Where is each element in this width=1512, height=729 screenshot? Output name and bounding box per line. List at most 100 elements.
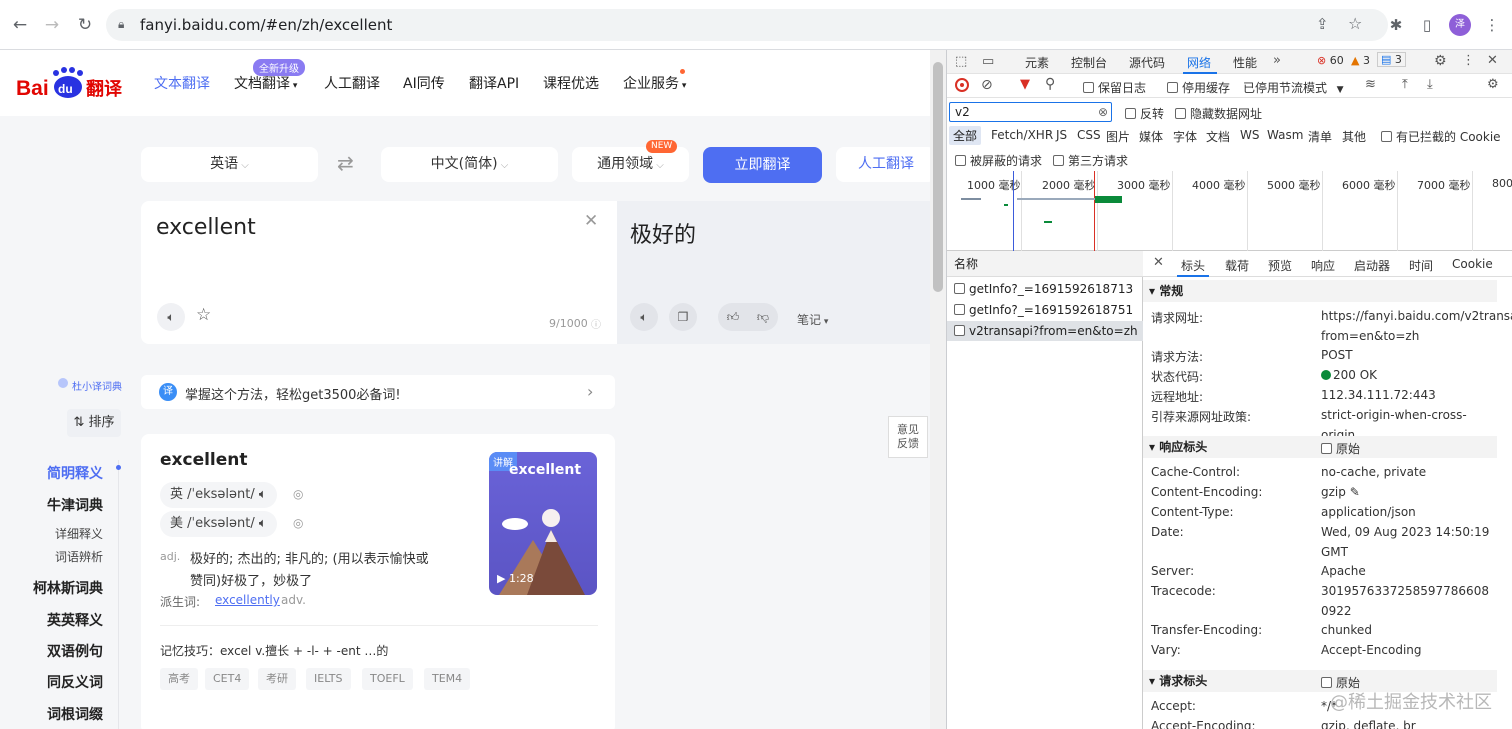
request-row[interactable]: getInfo?_=1691592618713 [947,279,1143,299]
tab-console[interactable]: 控制台 [1071,54,1107,71]
response-headers-section-header[interactable]: ▾ 响应标头 [1143,436,1497,458]
warning-count[interactable]: ▲ 3 [1351,54,1370,67]
profile-avatar[interactable]: 泽 [1449,14,1471,36]
nav-ai-interpret[interactable]: AI同传 [403,73,445,93]
source-language-select[interactable]: 英语 ⌵ [141,147,318,182]
type-filter-ws[interactable]: WS [1240,128,1259,142]
source-text-box[interactable]: excellent ✕ 🔈︎ ☆ 9/1000 ⓘ [141,201,617,344]
type-filter-font[interactable]: 字体 [1173,128,1197,145]
network-conditions-icon[interactable]: ≋ [1365,77,1376,92]
more-tabs-icon[interactable]: » [1273,53,1281,68]
invert-checkbox[interactable]: 反转 [1125,105,1164,122]
speaker-icon[interactable]: 🔈︎ [157,303,185,331]
promo-banner[interactable]: 译 掌握这个方法，轻松get3500必备词! › [141,375,615,409]
sidebar-item-concise[interactable]: 简明释义 [13,463,103,483]
response-raw-checkbox[interactable]: 原始 [1321,440,1360,457]
uk-pronunciation[interactable]: 英 /ˈeksələnt/ 🔈︎ [160,482,277,508]
type-filter-xhr[interactable]: Fetch/XHR [991,128,1053,142]
close-devtools-icon[interactable]: ✕ [1487,53,1498,68]
type-filter-js[interactable]: JS [1056,128,1067,142]
nav-courses[interactable]: 课程优选 [543,73,599,93]
details-tab-timing[interactable]: 时间 [1409,257,1433,274]
forward-icon[interactable]: → [40,13,64,37]
video-thumbnail[interactable]: 讲解 excellent ▶ 1:28 [489,452,597,595]
thumbs-down-icon[interactable]: 👎︎ [748,303,778,331]
details-tab-payload[interactable]: 载荷 [1225,257,1249,274]
bookmark-star-icon[interactable]: ☆ [1348,14,1362,33]
search-icon[interactable]: ⚲ [1045,76,1055,92]
error-count[interactable]: ⊗ 60 [1317,54,1344,67]
sidebar-item-detailed[interactable]: 详细释义 [13,525,103,542]
record-icon[interactable] [955,78,969,92]
us-pronunciation[interactable]: 美 /ˈeksələnt/ 🔈︎ [160,511,277,537]
human-translate-button[interactable]: 人工翻译 [836,147,930,182]
request-row[interactable]: getInfo?_=1691592618751 [947,300,1143,320]
info-count[interactable]: ▤ 3 [1377,52,1406,67]
throttling-select[interactable]: 已停用节流模式 ▼ [1243,79,1344,96]
derived-word-link[interactable]: excellently [215,593,280,607]
type-filter-media[interactable]: 媒体 [1139,128,1163,145]
details-tab-preview[interactable]: 预览 [1268,257,1292,274]
preserve-log-checkbox[interactable]: 保留日志 [1083,79,1146,96]
feedback-button[interactable]: 意见 反馈 [888,416,928,458]
inspect-element-icon[interactable]: ⬚ [955,54,967,69]
nav-translate-api[interactable]: 翻译API [469,73,519,93]
settings-gear-icon[interactable]: ⚙ [1434,53,1447,69]
target-language-select[interactable]: 中文(简体) ⌵ [381,147,558,182]
devtools-menu-icon[interactable]: ⋮ [1462,53,1475,68]
blocked-requests-checkbox[interactable]: 被屏蔽的请求 [955,152,1042,169]
close-details-icon[interactable]: ✕ [1153,255,1164,270]
device-toggle-icon[interactable]: ▭ [982,54,994,69]
tab-network[interactable]: 网络 [1187,54,1211,71]
sidebar-item-collins[interactable]: 柯林斯词典 [13,578,103,598]
translate-now-button[interactable]: 立即翻译 [703,147,822,183]
request-row-selected[interactable]: v2transapi?from=en&to=zh [947,321,1143,341]
blocked-cookies-checkbox[interactable]: 有已拦截的 Cookie [1381,128,1501,145]
target-speaker-icon[interactable]: 🔈︎ [630,303,658,331]
nav-enterprise[interactable]: 企业服务 ▾ [623,73,686,93]
extensions-icon[interactable]: ✱ [1386,15,1406,35]
clear-log-icon[interactable]: ⊘ [981,77,993,93]
type-filter-img[interactable]: 图片 [1106,128,1130,145]
notes-button[interactable]: 笔记 ▾ [797,311,828,328]
disable-cache-checkbox[interactable]: 停用缓存 [1167,79,1230,96]
import-har-icon[interactable]: ⤒ [1402,77,1408,92]
general-section-header[interactable]: ▾ 常规 [1143,280,1497,302]
sidebar-item-discrimination[interactable]: 词语辨析 [13,548,103,565]
third-party-checkbox[interactable]: 第三方请求 [1053,152,1128,169]
nav-text-translate[interactable]: 文本翻译 [154,73,210,93]
sidebar-item-oxford[interactable]: 牛津词典 [13,495,103,515]
clear-icon[interactable]: ✕ [584,211,598,231]
side-panel-icon[interactable]: ▯ [1417,15,1437,35]
filter-icon[interactable]: ▼ [1020,77,1030,92]
details-tab-initiator[interactable]: 启动器 [1354,257,1390,274]
network-settings-icon[interactable]: ⚙ [1487,77,1499,92]
sidebar-item-synonyms[interactable]: 同反义词 [13,672,103,692]
network-timeline-overview[interactable]: 1000 毫秒 2000 毫秒 3000 毫秒 4000 毫秒 5000 毫秒 … [947,171,1512,251]
baidu-translate-logo[interactable]: Bai du 翻译 [16,64,128,100]
address-bar[interactable]: 🔒︎ fanyi.baidu.com/#en/zh/excellent ⇪ ☆ [106,9,1388,41]
export-har-icon[interactable]: ⤓ [1427,77,1433,92]
sidebar-item-roots[interactable]: 词根词缀 [13,704,103,724]
tab-sources[interactable]: 源代码 [1129,54,1165,71]
favorite-star-icon[interactable]: ☆ [196,305,211,325]
sidebar-item-examples[interactable]: 双语例句 [13,641,103,661]
type-filter-wasm[interactable]: Wasm [1267,128,1303,142]
hide-data-urls-checkbox[interactable]: 隐藏数据网址 [1175,105,1262,122]
sort-button[interactable]: ⇅ 排序 [67,409,121,437]
share-icon[interactable]: ⇪ [1316,15,1329,33]
swap-languages-icon[interactable]: ⇄ [337,151,354,175]
list-header-name[interactable]: 名称 [947,251,1143,277]
thumbs-up-icon[interactable]: 👍︎ [718,303,748,331]
clear-filter-icon[interactable]: ⊗ [1098,103,1108,121]
page-scroll-thumb[interactable] [933,62,943,292]
filter-input[interactable]: v2 ⊗ [949,102,1112,122]
details-tab-response[interactable]: 响应 [1311,257,1335,274]
tab-performance[interactable]: 性能 [1233,54,1257,71]
type-filter-other[interactable]: 其他 [1342,128,1366,145]
edit-pencil-icon[interactable]: ✎ [1350,485,1360,499]
type-filter-all[interactable]: 全部 [949,126,982,145]
type-filter-doc[interactable]: 文档 [1206,128,1230,145]
tab-elements[interactable]: 元素 [1025,54,1049,71]
page-scrollbar[interactable] [930,50,946,729]
